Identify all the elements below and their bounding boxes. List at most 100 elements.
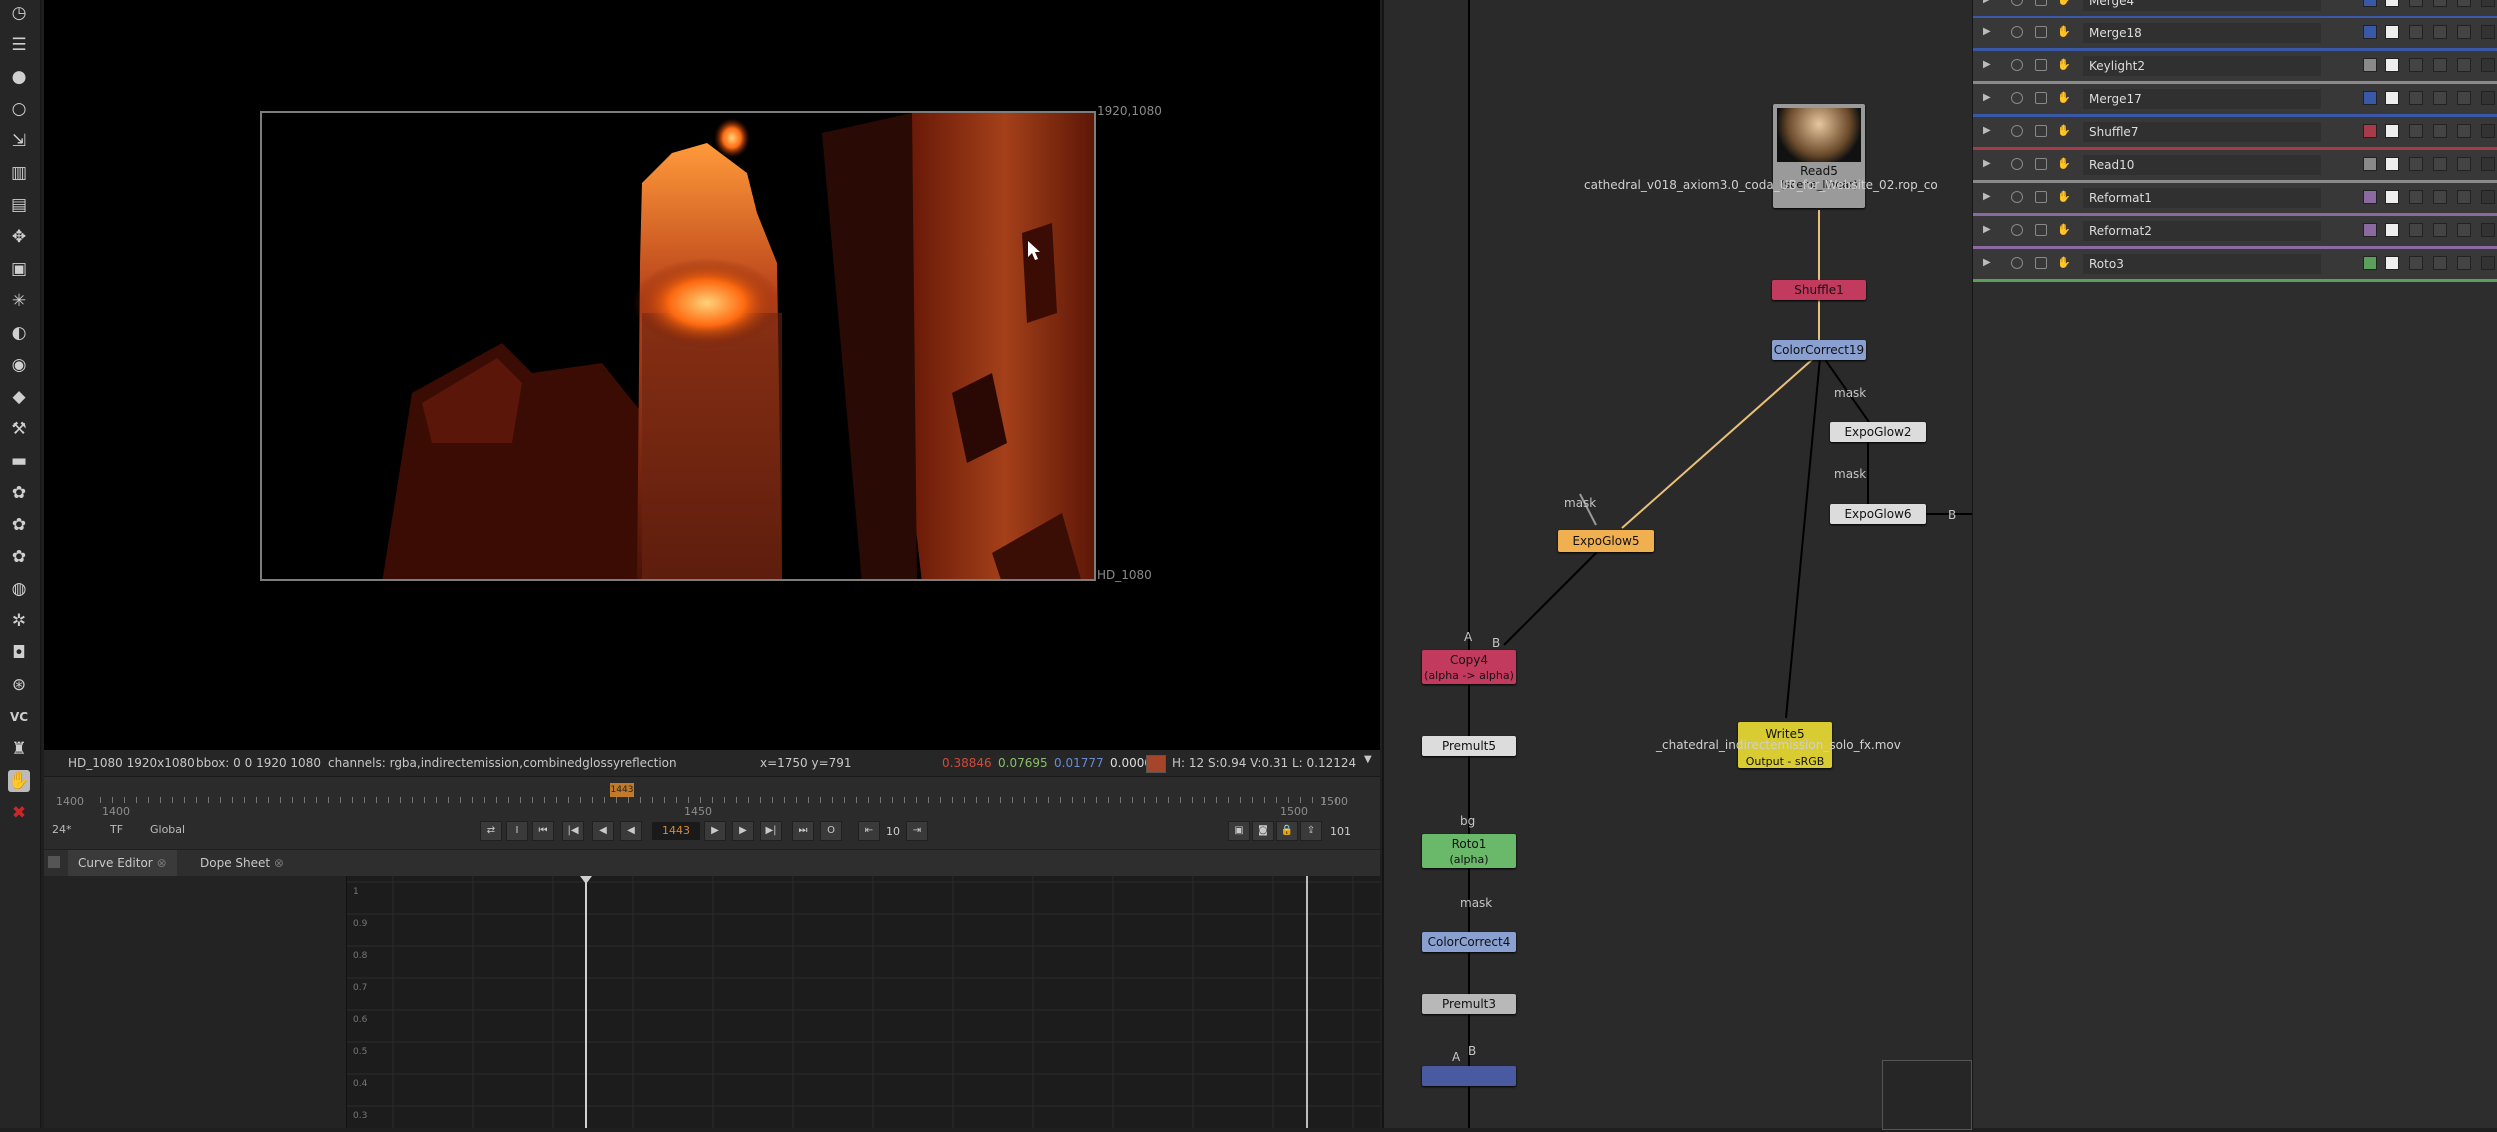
particles-icon[interactable]: ✳ <box>8 290 30 312</box>
globe-icon[interactable]: ⊛ <box>8 674 30 696</box>
furnace-icon[interactable]: ✿ <box>8 482 30 504</box>
close-icon[interactable] <box>2481 256 2495 270</box>
out-point-button[interactable]: O <box>820 821 842 841</box>
property-row[interactable]: ▶ ✋ Roto3 <box>1973 249 2497 282</box>
property-row[interactable]: ▶ ✋ Shuffle7 <box>1973 117 2497 150</box>
viewer-toggle-icon[interactable] <box>2011 92 2023 104</box>
current-frame-field[interactable]: 1443 <box>652 822 700 840</box>
expand-arrow-icon[interactable]: ▶ <box>1983 257 1991 268</box>
close-icon[interactable] <box>2481 124 2495 138</box>
channel-icon[interactable]: ▥ <box>8 162 30 184</box>
dock-icon[interactable] <box>2035 191 2047 203</box>
node-premult5[interactable]: Premult5 <box>1422 736 1516 756</box>
panel-menu-icon[interactable] <box>48 856 60 868</box>
tab-curve-editor[interactable]: Curve Editor ⊗ <box>68 850 177 876</box>
expand-arrow-icon[interactable]: ▶ <box>1983 92 1991 103</box>
expand-arrow-icon[interactable]: ▶ <box>1983 0 1991 5</box>
property-row[interactable]: ▶ ✋ Reformat2 <box>1973 216 2497 249</box>
float-icon[interactable] <box>2457 157 2471 171</box>
node-knob-button[interactable] <box>2385 190 2399 204</box>
in-point-button[interactable]: I <box>506 821 528 841</box>
glow-icon[interactable]: ◍ <box>8 578 30 600</box>
property-row[interactable]: ▶ ✋ Merge4 <box>1973 0 2497 19</box>
close-icon[interactable] <box>2481 25 2495 39</box>
tab-dope-sheet[interactable]: Dope Sheet ⊗ <box>190 850 294 876</box>
lock-icon[interactable]: 🔒 <box>1276 821 1298 841</box>
undo-icon[interactable] <box>2409 190 2423 204</box>
property-row[interactable]: ▶ ✋ Merge17 <box>1973 84 2497 117</box>
node-color-button[interactable] <box>2363 58 2377 72</box>
playback-mode-icon[interactable]: ▣ <box>1228 821 1250 841</box>
float-icon[interactable] <box>2457 91 2471 105</box>
close-icon[interactable]: ⊗ <box>274 856 284 870</box>
expand-arrow-icon[interactable]: ▶ <box>1983 191 1991 202</box>
node-color-button[interactable] <box>2363 25 2377 39</box>
property-row[interactable]: ▶ ✋ Read10 <box>1973 150 2497 183</box>
node-premult3[interactable]: Premult3 <box>1422 994 1516 1014</box>
cache-icon[interactable]: ⇪ <box>1300 821 1322 841</box>
node-color-button[interactable] <box>2363 0 2377 7</box>
dock-icon[interactable] <box>2035 224 2047 236</box>
revert-icon[interactable] <box>2433 190 2447 204</box>
first-frame-button[interactable]: ⏮ <box>532 821 554 841</box>
float-icon[interactable] <box>2457 0 2471 7</box>
revert-icon[interactable] <box>2433 58 2447 72</box>
close-icon[interactable] <box>2481 91 2495 105</box>
undo-icon[interactable] <box>2409 0 2423 7</box>
fps-dropdown[interactable]: 24* <box>52 823 72 836</box>
close-icon[interactable] <box>2481 157 2495 171</box>
viewer-toggle-icon[interactable] <box>2011 125 2023 137</box>
node-icon[interactable]: ✋ <box>2057 0 2071 6</box>
node-icon[interactable]: ✋ <box>2057 158 2071 170</box>
node-knob-button[interactable] <box>2385 91 2399 105</box>
float-icon[interactable] <box>2457 124 2471 138</box>
last-frame-button[interactable]: ⏭ <box>792 821 814 841</box>
time-icon[interactable]: ⇲ <box>8 130 30 152</box>
draw-icon[interactable]: ○ <box>8 98 30 120</box>
node-knob-button[interactable] <box>2385 58 2399 72</box>
play-forward-button[interactable]: ▶ <box>704 821 726 841</box>
range-dropdown[interactable]: Global <box>150 823 185 836</box>
undo-icon[interactable] <box>2409 223 2423 237</box>
viewer-toggle-icon[interactable] <box>2011 224 2023 236</box>
revert-icon[interactable] <box>2433 25 2447 39</box>
color-icon[interactable]: ▤ <box>8 194 30 216</box>
node-icon[interactable]: ✋ <box>2057 59 2071 71</box>
expand-arrow-icon[interactable]: ▶ <box>1983 158 1991 169</box>
close-icon[interactable] <box>2481 0 2495 7</box>
undo-icon[interactable] <box>2409 25 2423 39</box>
viewer-toggle-icon[interactable] <box>2011 59 2023 71</box>
node-copy4[interactable]: Copy4 (alpha -> alpha) <box>1422 650 1516 684</box>
node-color-button[interactable] <box>2363 223 2377 237</box>
3d-icon[interactable]: ▣ <box>8 258 30 280</box>
bell-icon[interactable]: ♜ <box>8 738 30 760</box>
prev-frame-button[interactable]: ◀ <box>592 821 614 841</box>
node-icon[interactable]: ✋ <box>2057 125 2071 137</box>
expand-arrow-icon[interactable]: ▶ <box>1983 125 1991 136</box>
ofx-icon[interactable]: ✿ <box>8 514 30 536</box>
transform-icon[interactable]: ✥ <box>8 226 30 248</box>
revert-icon[interactable] <box>2433 124 2447 138</box>
dock-icon[interactable] <box>2035 158 2047 170</box>
undo-icon[interactable] <box>2409 256 2423 270</box>
dock-icon[interactable] <box>2035 257 2047 269</box>
prev-keyframe-button[interactable]: |◀ <box>562 821 584 841</box>
viewer-sync-icon[interactable]: ⇄ <box>480 821 502 841</box>
dock-icon[interactable] <box>2035 0 2047 6</box>
node-shuffle1[interactable]: Shuffle1 <box>1772 280 1866 300</box>
next-frame-button[interactable]: ▶ <box>732 821 754 841</box>
expand-arrow-icon[interactable]: ▶ <box>1983 224 1991 235</box>
node-icon[interactable]: ✋ <box>2057 257 2071 269</box>
node-color-button[interactable] <box>2363 157 2377 171</box>
step-value[interactable]: 10 <box>886 825 900 838</box>
float-icon[interactable] <box>2457 190 2471 204</box>
curve-editor-knob-list[interactable] <box>44 876 347 1128</box>
dock-icon[interactable] <box>2035 92 2047 104</box>
node-icon[interactable]: ✋ <box>2057 191 2071 203</box>
viewer-toggle-icon[interactable] <box>2011 257 2023 269</box>
timeline-playhead[interactable]: 1443 <box>610 783 634 797</box>
step-forward-button[interactable]: ⇥ <box>906 821 928 841</box>
node-expoglow2[interactable]: ExpoGlow2 <box>1830 422 1926 442</box>
viewer-toggle-icon[interactable] <box>2011 191 2023 203</box>
undo-icon[interactable] <box>2409 124 2423 138</box>
